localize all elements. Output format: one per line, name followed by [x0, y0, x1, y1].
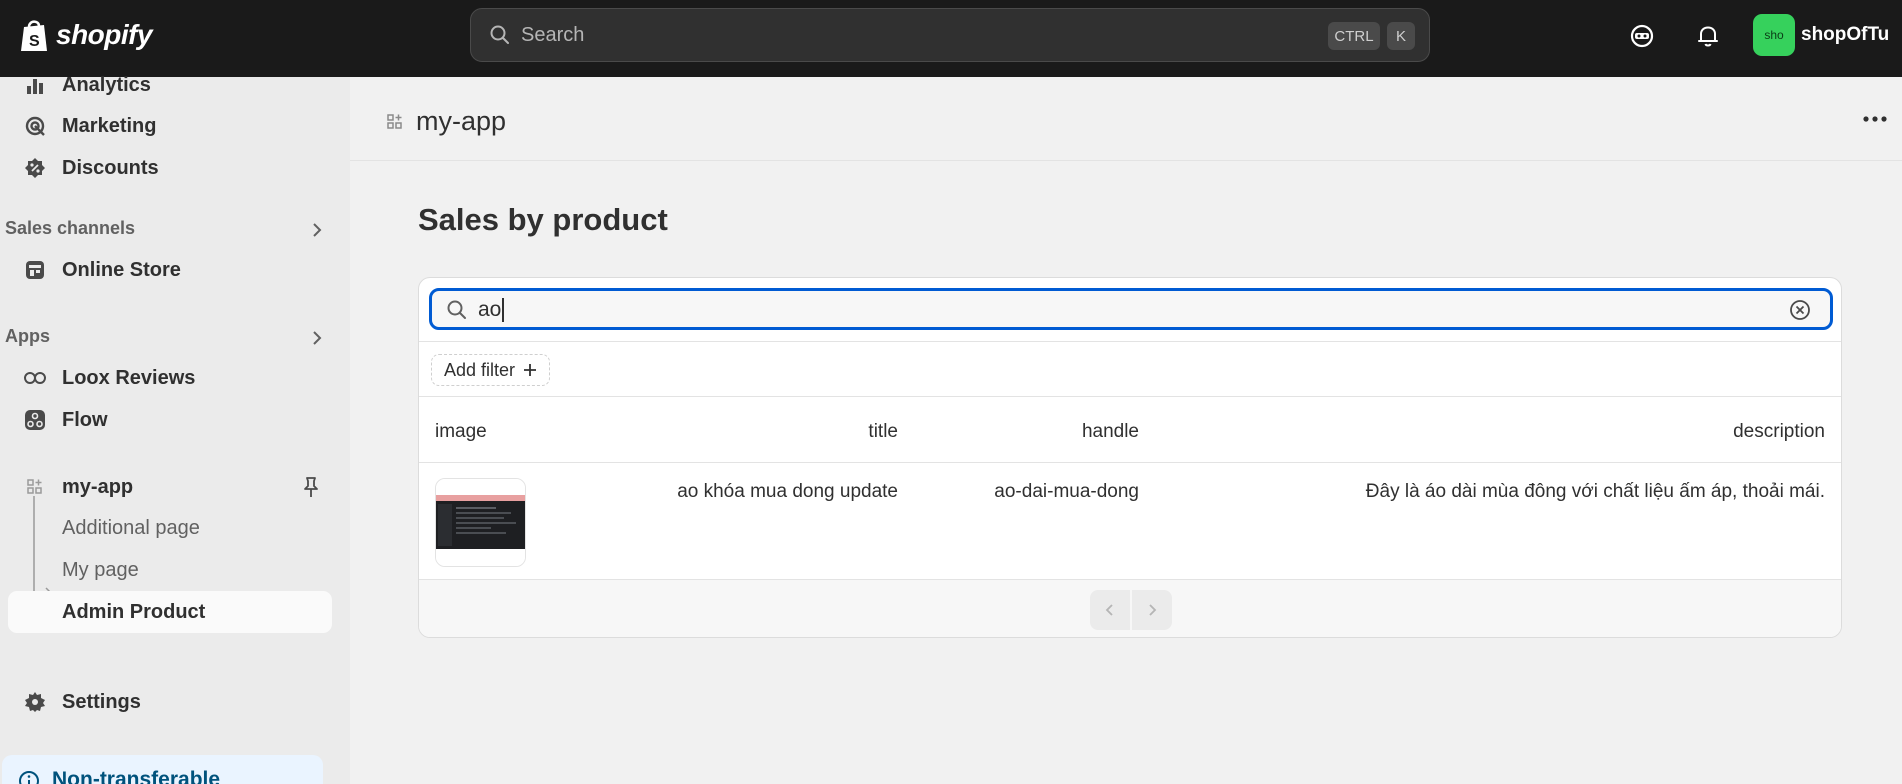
- marketing-target-icon: [22, 113, 48, 139]
- sidebar-item-label: my-app: [62, 475, 134, 498]
- shopify-logo[interactable]: S shopify: [18, 17, 153, 53]
- column-header-description[interactable]: description: [1733, 421, 1825, 443]
- pin-icon[interactable]: [300, 476, 322, 500]
- divider: [419, 396, 1841, 397]
- shortcut-ctrl: CTRL: [1328, 22, 1380, 50]
- section-title: Sales by product: [418, 202, 668, 237]
- column-header-handle[interactable]: handle: [1082, 421, 1139, 443]
- sidebar-item-label: Marketing: [62, 114, 157, 137]
- chevron-right-icon[interactable]: [308, 221, 326, 239]
- flow-icon: [22, 407, 48, 433]
- pagination-footer: [419, 579, 1841, 637]
- app-grid-icon: [387, 114, 402, 129]
- product-image: [436, 479, 525, 566]
- analytics-icon: [22, 72, 48, 98]
- plus-icon: [524, 364, 537, 376]
- sidebar-item-loox-reviews[interactable]: Loox Reviews: [0, 358, 340, 398]
- next-page-button[interactable]: [1132, 590, 1172, 630]
- more-actions-icon[interactable]: [1862, 115, 1888, 123]
- filter-search-input[interactable]: ao: [429, 288, 1833, 330]
- sidekick-icon[interactable]: [1626, 20, 1658, 52]
- filter-search-value: ao: [478, 298, 505, 322]
- search-icon: [490, 25, 509, 44]
- sidebar-item-online-store[interactable]: Online Store: [0, 250, 340, 290]
- sidebar-subitem-additional-page[interactable]: Additional page: [62, 517, 200, 540]
- sidebar-item-label: Online Store: [62, 258, 181, 281]
- column-header-title[interactable]: title: [868, 421, 898, 443]
- gear-icon: [22, 689, 48, 715]
- add-filter-button[interactable]: Add filter: [431, 354, 551, 386]
- notifications-bell-icon[interactable]: [1692, 20, 1724, 52]
- apps-heading: Apps: [5, 326, 50, 346]
- column-header-image[interactable]: image: [435, 421, 487, 443]
- shortcut-k: K: [1387, 22, 1415, 50]
- sidebar-item-analytics[interactable]: Analytics: [0, 65, 340, 105]
- store-icon: [22, 257, 48, 283]
- page-title: my-app: [416, 106, 507, 136]
- sidebar-item-label: Settings: [62, 690, 141, 713]
- global-search[interactable]: Search CTRL K: [470, 8, 1430, 62]
- sidebar: Analytics Marketing Discounts Sales chan…: [0, 74, 350, 784]
- product-thumbnail[interactable]: [435, 478, 526, 567]
- sales-channels-heading: Sales channels: [5, 218, 136, 238]
- chevron-right-icon[interactable]: [308, 329, 326, 347]
- chevron-left-icon: [1105, 604, 1113, 616]
- divider: [419, 462, 1841, 463]
- cell-title: ao khóa mua dong update: [677, 481, 898, 502]
- brand-name: shopify: [56, 19, 153, 50]
- sidebar-item-discounts[interactable]: Discounts: [0, 148, 340, 188]
- add-filter-label: Add filter: [444, 359, 516, 380]
- previous-page-button[interactable]: [1090, 590, 1130, 630]
- cell-description: Đây là áo dài mùa đông với chất liệu ấm …: [1365, 481, 1825, 502]
- divider: [419, 341, 1841, 342]
- sidebar-item-settings[interactable]: Settings: [0, 682, 340, 722]
- notice-text: Non-transferable: [52, 768, 221, 784]
- sidebar-item-label: Discounts: [62, 156, 159, 179]
- loox-infinity-icon: [22, 365, 48, 391]
- search-icon: [447, 300, 466, 319]
- cell-handle: ao-dai-mua-dong: [994, 481, 1139, 502]
- sidebar-subitem-my-page[interactable]: My page: [62, 559, 139, 582]
- store-avatar[interactable]: sho: [1753, 14, 1795, 56]
- sidebar-item-label: Loox Reviews: [62, 366, 196, 389]
- tree-connector-line: [33, 496, 52, 597]
- clear-circle-x-icon[interactable]: [1789, 299, 1811, 321]
- info-icon: [19, 771, 39, 784]
- search-placeholder: Search: [521, 23, 585, 46]
- sidebar-item-label: Flow: [62, 408, 108, 431]
- main-content: my-app Sales by product ao Add filter im…: [350, 77, 1902, 784]
- chevron-right-icon: [1149, 604, 1157, 616]
- discount-badge-icon: [22, 155, 48, 181]
- page-header: my-app: [350, 77, 1902, 161]
- products-table-card: ao Add filter image title handle descrip…: [418, 277, 1842, 638]
- sidebar-item-flow[interactable]: Flow: [0, 400, 340, 440]
- sidebar-item-marketing[interactable]: Marketing: [0, 106, 340, 146]
- svg-text:S: S: [29, 33, 40, 50]
- sidebar-subitem-admin-product: Admin Product: [62, 601, 206, 623]
- store-name[interactable]: shopOfTu: [1801, 24, 1889, 46]
- shopify-bag-icon: S: [21, 20, 47, 51]
- sidebar-item-label: Analytics: [62, 73, 151, 96]
